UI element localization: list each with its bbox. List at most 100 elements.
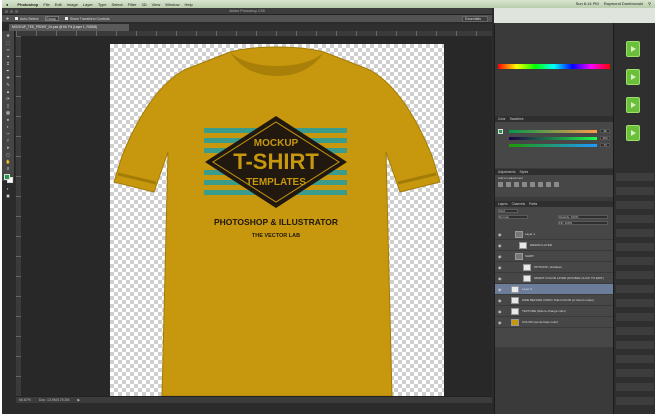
quick-select-tool-icon[interactable]: ✦	[5, 54, 12, 59]
visibility-eye-icon[interactable]: ◉	[498, 287, 503, 292]
document-tab[interactable]: MOCKUP_TEE_FRONT_04.psd @ 66.7% (Layer 1…	[9, 24, 129, 31]
screen-mode-icon[interactable]: ▣	[5, 193, 12, 198]
foreground-color-swatch[interactable]	[3, 174, 10, 180]
layer-thumbnail	[523, 264, 531, 271]
bw-adjust-icon[interactable]	[554, 182, 559, 187]
red-value[interactable]: 30	[600, 129, 610, 133]
hue-adjust-icon[interactable]	[538, 182, 543, 187]
zoom-tool-icon[interactable]: ⚲	[5, 166, 12, 171]
layer-thumbnail	[519, 242, 527, 249]
red-slider[interactable]	[509, 130, 597, 133]
layer-name: TEXTURE (hide to change color)	[522, 309, 566, 313]
close-window-button[interactable]	[5, 10, 8, 13]
green-value[interactable]: 154	[600, 136, 610, 140]
visibility-eye-icon[interactable]: ◉	[498, 320, 503, 325]
layer-row[interactable]: ◉ HIDE BEFORE USING THE COLOR (or blend …	[495, 295, 614, 306]
visibility-eye-icon[interactable]: ◉	[498, 265, 503, 270]
menu-file[interactable]: File	[43, 2, 49, 7]
fill-field[interactable]: Fill: 100%	[558, 221, 608, 225]
visibility-eye-icon[interactable]: ◉	[498, 276, 503, 281]
exposure-adjust-icon[interactable]	[522, 182, 527, 187]
auto-select-label[interactable]: Auto-Select:	[14, 16, 39, 21]
user-name[interactable]: Raymond Dombrovski	[604, 1, 643, 6]
eraser-tool-icon[interactable]: ▯	[5, 103, 12, 108]
play-button[interactable]	[626, 97, 640, 113]
move-tool-icon[interactable]: ✥	[6, 17, 9, 21]
menu-type[interactable]: Type	[98, 2, 107, 7]
layers-panel: Kind Normal Opacity: 100% Fill: 100% ◉ L…	[495, 207, 614, 347]
spotlight-icon[interactable]: ⚲	[648, 1, 651, 6]
panel-foreground-swatch[interactable]	[498, 129, 503, 134]
move-tool-icon[interactable]: ✥	[5, 33, 12, 38]
quick-mask-icon[interactable]: ◐	[5, 186, 12, 191]
blue-slider[interactable]	[509, 144, 597, 147]
layer-row[interactable]: ◉ Layer 1	[495, 229, 614, 240]
green-slider[interactable]	[509, 137, 597, 140]
blend-mode-select[interactable]: Normal	[498, 215, 528, 219]
apple-icon[interactable]: ●	[6, 2, 8, 7]
layer-kind-filter[interactable]: Kind	[498, 209, 518, 213]
layer-row-selected[interactable]: ◉ Layer 0	[495, 284, 614, 295]
menu-layer[interactable]: Layer	[83, 2, 93, 7]
eyedropper-tool-icon[interactable]: ✒	[5, 68, 12, 73]
history-brush-tool-icon[interactable]: ⟳	[5, 96, 12, 101]
crop-tool-icon[interactable]: ⌗	[5, 61, 12, 66]
menu-3d[interactable]: 3D	[142, 2, 147, 7]
visibility-eye-icon[interactable]: ◉	[498, 243, 503, 248]
dock-area	[2, 403, 492, 414]
menu-help[interactable]: Help	[184, 2, 192, 7]
levels-adjust-icon[interactable]	[506, 182, 511, 187]
lasso-tool-icon[interactable]: ∞	[5, 47, 12, 52]
brightness-adjust-icon[interactable]	[498, 182, 503, 187]
curves-adjust-icon[interactable]	[514, 182, 519, 187]
path-select-tool-icon[interactable]: ➤	[5, 145, 12, 150]
color-spectrum[interactable]	[498, 64, 610, 69]
visibility-eye-icon[interactable]: ◉	[498, 254, 503, 259]
layer-row[interactable]: ◉ TEXTURE (hide to change color)	[495, 306, 614, 317]
hand-tool-icon[interactable]: ✋	[5, 159, 12, 164]
gradient-tool-icon[interactable]: ▩	[5, 110, 12, 115]
menu-window[interactable]: Window	[165, 2, 179, 7]
color-balance-adjust-icon[interactable]	[546, 182, 551, 187]
pen-tool-icon[interactable]: ✑	[5, 131, 12, 136]
layer-row[interactable]: ◉ SMART COLOR LAYER (DOUBLE CLICK TO EDI…	[495, 273, 614, 284]
marquee-tool-icon[interactable]: ⬚	[5, 40, 12, 45]
visibility-eye-icon[interactable]: ◉	[498, 298, 503, 303]
menu-view[interactable]: View	[152, 2, 161, 7]
play-button[interactable]	[626, 69, 640, 85]
menu-edit[interactable]: Edit	[55, 2, 62, 7]
vibrance-adjust-icon[interactable]	[530, 182, 535, 187]
play-button[interactable]	[626, 41, 640, 57]
menu-app-name[interactable]: Photoshop	[17, 2, 38, 7]
layer-row[interactable]: ◉ SHIRT	[495, 251, 614, 262]
opacity-field[interactable]: Opacity: 100%	[558, 215, 608, 219]
zoom-window-button[interactable]	[15, 10, 18, 13]
workspace-switcher[interactable]: Essentials	[462, 16, 488, 22]
visibility-eye-icon[interactable]: ◉	[498, 232, 503, 237]
layer-row[interactable]: ◉ OPTIONS / shadows	[495, 262, 614, 273]
auto-select-dropdown[interactable]: Group	[45, 16, 60, 21]
blur-tool-icon[interactable]: ●	[5, 117, 12, 122]
healing-tool-icon[interactable]: ✚	[5, 75, 12, 80]
menu-select[interactable]: Select	[111, 2, 122, 7]
show-transform-checkbox[interactable]: Show Transform Controls	[65, 16, 110, 21]
status-bar: 66.67% Doc: 13.9M/175.3M ▶	[16, 396, 492, 403]
clock[interactable]: Sun 6:14 PM	[576, 1, 599, 6]
document-canvas[interactable]: MOCKUP T-SHIRT TEMPLATES PHOTOSHOP & ILL…	[110, 44, 444, 396]
shape-tool-icon[interactable]: ▢	[5, 152, 12, 157]
layer-row[interactable]: ◉ COLOR (set as base color)	[495, 317, 614, 328]
dodge-tool-icon[interactable]: ◐	[5, 124, 12, 129]
lock-fill-row: Fill: 100%	[498, 221, 610, 226]
type-tool-icon[interactable]: T	[5, 138, 12, 143]
visibility-eye-icon[interactable]: ◉	[498, 309, 503, 314]
color-swatches[interactable]	[3, 174, 13, 183]
menu-image[interactable]: Image	[67, 2, 78, 7]
layer-row[interactable]: ◉ DESIGN LAYER	[495, 240, 614, 251]
blue-value[interactable]: 74	[600, 143, 610, 147]
stamp-tool-icon[interactable]: ▲	[5, 89, 12, 94]
brush-tool-icon[interactable]: ✎	[5, 82, 12, 87]
canvas-area[interactable]: MOCKUP T-SHIRT TEMPLATES PHOTOSHOP & ILL…	[21, 36, 492, 396]
menu-filter[interactable]: Filter	[128, 2, 137, 7]
minimize-window-button[interactable]	[10, 10, 13, 13]
play-button[interactable]	[626, 125, 640, 141]
